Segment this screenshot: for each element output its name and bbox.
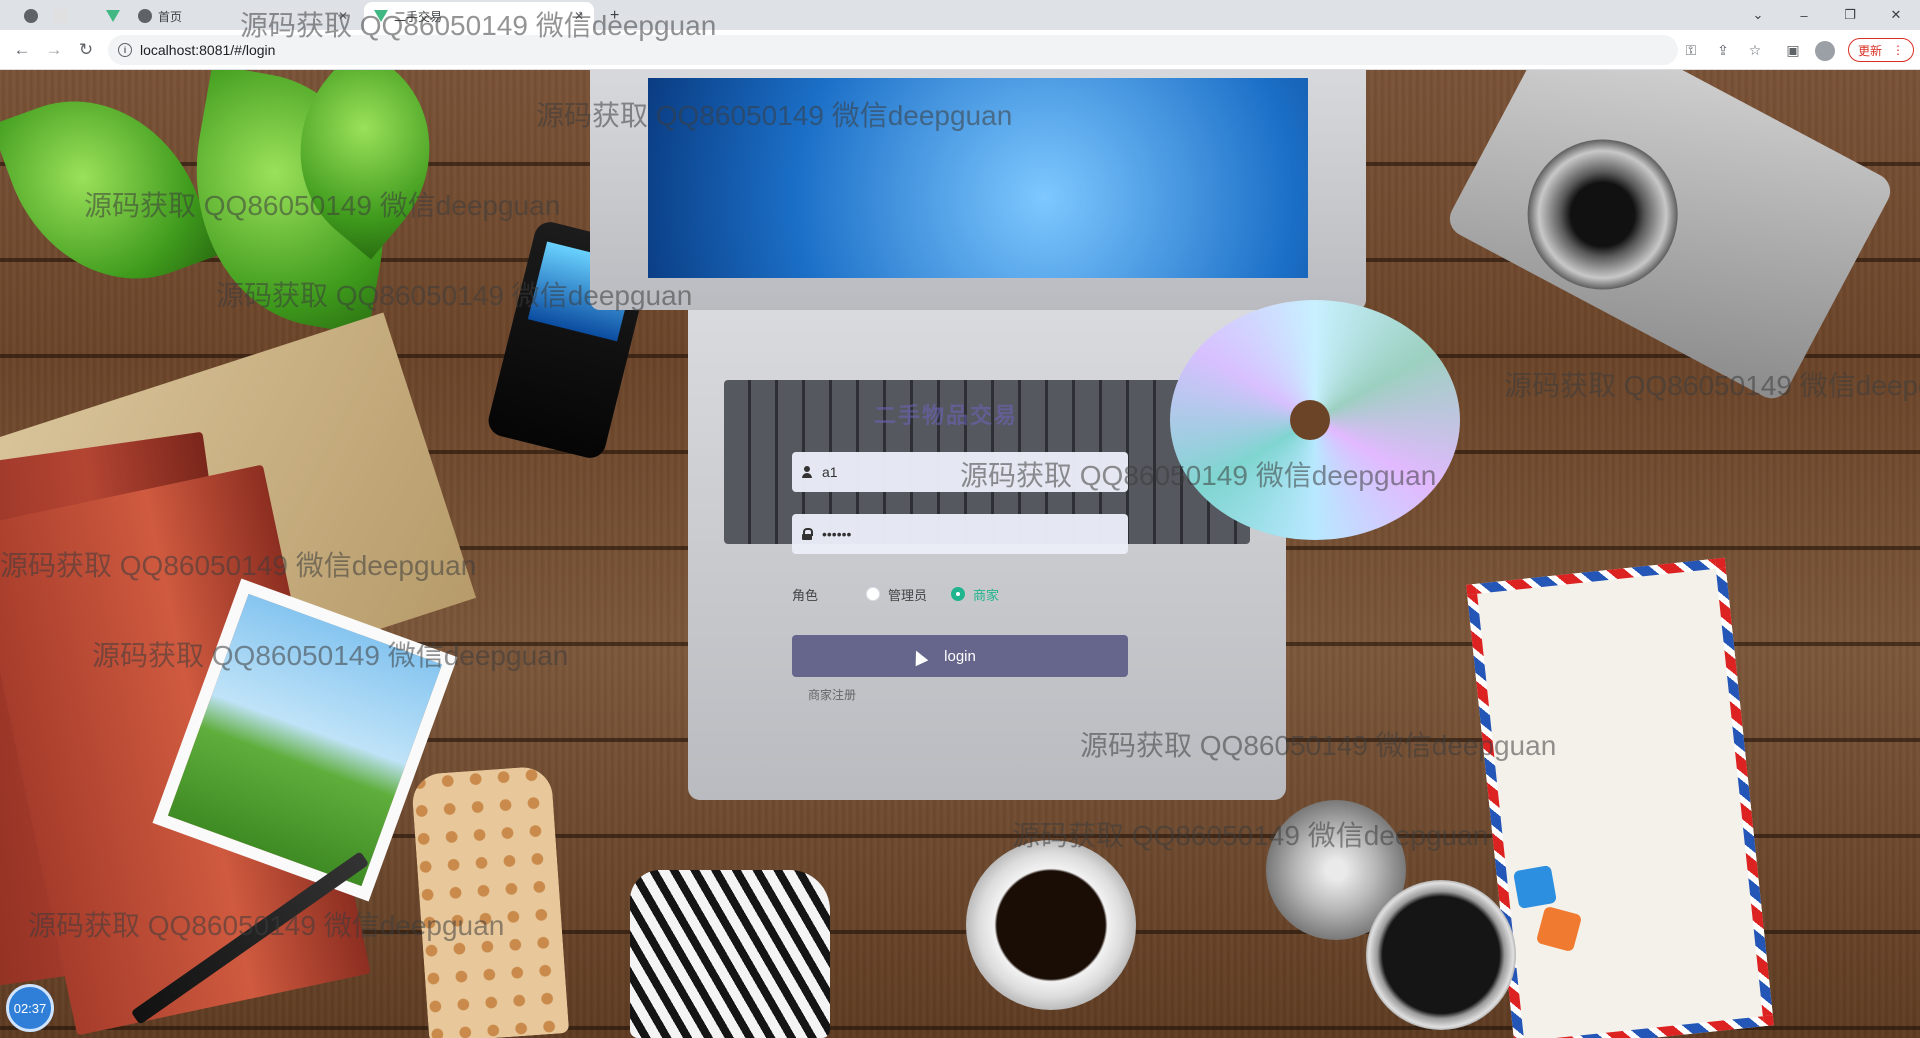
giraffe-toy-decoration xyxy=(410,765,570,1038)
kebab-menu-icon: ⋮ xyxy=(1892,43,1904,57)
clock-badge: 02:37 xyxy=(6,984,54,1032)
user-icon xyxy=(802,466,812,478)
lock-icon xyxy=(802,528,813,540)
coffee-cup-decoration xyxy=(966,840,1136,1010)
browser-toolbar: ← → ↻ i localhost:8081/#/login ⚿ ⇪ ☆ ▣ xyxy=(0,30,1920,70)
info-icon[interactable]: i xyxy=(118,43,132,57)
url-text: localhost:8081/#/login xyxy=(140,42,276,58)
cd-hole xyxy=(1290,400,1330,440)
close-window-button[interactable]: ✕ xyxy=(1874,0,1918,30)
tab-label: 二手交易 xyxy=(394,9,443,24)
dice-decoration xyxy=(1512,864,1558,910)
plus-icon: + xyxy=(610,7,620,24)
camera-decoration xyxy=(1443,70,1897,405)
globe-icon xyxy=(138,9,152,23)
side-panel-icon[interactable]: ▣ xyxy=(1782,39,1804,61)
compass-decoration xyxy=(1366,880,1516,1030)
login-title: 二手物品交易 xyxy=(874,403,1019,428)
leaf-decoration xyxy=(0,70,220,314)
radio-unchecked-icon[interactable] xyxy=(866,587,880,601)
close-icon[interactable]: ✕ xyxy=(574,9,584,23)
tab-search-icon[interactable]: ⌄ xyxy=(1736,0,1780,30)
password-input[interactable] xyxy=(822,526,1102,542)
role-option-label: 商家 xyxy=(973,587,1000,603)
tab-blank-2[interactable] xyxy=(44,2,78,30)
merchant-register-link[interactable]: 商家注册 xyxy=(808,686,856,703)
laptop-screen xyxy=(648,78,1308,278)
share-icon[interactable]: ⇪ xyxy=(1712,39,1734,61)
username-input[interactable] xyxy=(822,464,1102,480)
radio-checked-icon[interactable] xyxy=(951,587,966,601)
globe-icon xyxy=(24,9,38,23)
forward-arrow-icon[interactable]: → xyxy=(42,38,66,62)
update-label: 更新 xyxy=(1857,43,1882,58)
close-icon[interactable]: ✕ xyxy=(338,9,348,23)
vue-icon xyxy=(374,10,388,22)
role-selector: 角色 管理员 商家 xyxy=(792,584,999,604)
camera-lens xyxy=(1501,113,1705,316)
role-radio-merchant[interactable]: 商家 xyxy=(951,585,999,604)
zebra-toy-decoration xyxy=(630,870,830,1038)
tab-label: 首页 xyxy=(158,9,183,24)
back-arrow-icon[interactable]: ← xyxy=(10,38,34,62)
tab-strip: 首页 ✕ 二手交易 ✕ + ⌄ – ❐ ✕ xyxy=(0,0,1920,30)
login-button[interactable]: login xyxy=(792,635,1128,677)
key-icon[interactable]: ⚿ xyxy=(1680,39,1702,61)
password-field[interactable] xyxy=(792,514,1128,554)
role-radio-admin[interactable]: 管理员 xyxy=(866,585,927,604)
tab-vue[interactable] xyxy=(96,2,130,30)
minimize-button[interactable]: – xyxy=(1782,0,1826,30)
new-tab-button[interactable]: + xyxy=(600,2,629,30)
address-bar[interactable]: i localhost:8081/#/login xyxy=(108,35,1678,65)
update-button[interactable]: 更新 ⋮ xyxy=(1848,38,1914,62)
reload-icon[interactable]: ↻ xyxy=(74,38,98,62)
role-label: 角色 xyxy=(792,587,819,603)
restore-button[interactable]: ❐ xyxy=(1828,0,1872,30)
login-background xyxy=(0,70,1920,1038)
star-icon[interactable]: ☆ xyxy=(1744,39,1766,61)
profile-avatar-icon[interactable] xyxy=(1815,41,1835,61)
vue-icon xyxy=(106,10,120,22)
page-icon xyxy=(54,9,68,23)
tab-blank[interactable] xyxy=(14,2,48,30)
tab-current[interactable]: 二手交易 ✕ xyxy=(364,2,594,30)
tab-home[interactable]: 首页 ✕ xyxy=(128,2,358,30)
username-field[interactable] xyxy=(792,452,1128,492)
role-option-label: 管理员 xyxy=(888,587,928,603)
laptop-lid xyxy=(590,70,1366,310)
cd-decoration xyxy=(1170,300,1460,540)
